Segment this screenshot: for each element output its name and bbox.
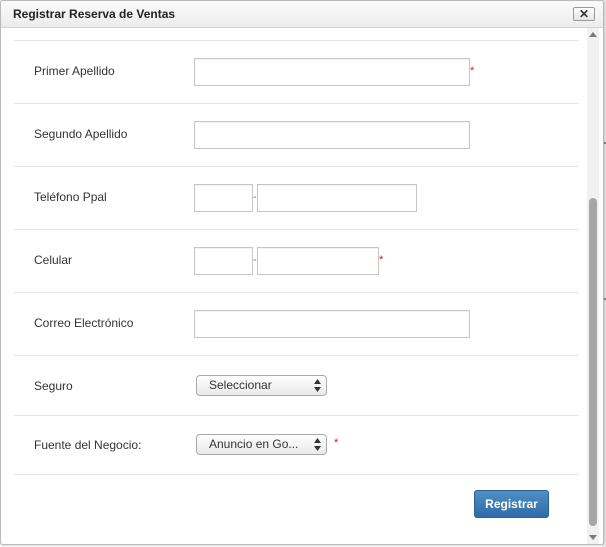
segundo-apellido-label: Segundo Apellido: [34, 127, 128, 141]
form-content: Primer Apellido * Segundo Apellido Teléf…: [3, 28, 589, 544]
select-arrows-icon: [314, 379, 321, 392]
celular-label: Celular: [34, 253, 73, 267]
scroll-thumb[interactable]: [589, 198, 597, 526]
scroll-down-icon[interactable]: [589, 535, 597, 540]
scroll-up-icon[interactable]: [589, 32, 597, 37]
dialog-titlebar[interactable]: Registrar Reserva de Ventas ✕: [1, 1, 603, 28]
telefono-label: Teléfono Ppal: [34, 190, 107, 204]
segundo-apellido-input[interactable]: [194, 121, 470, 149]
dialog-title: Registrar Reserva de Ventas: [13, 7, 176, 21]
seguro-selected-value: Seleccionar: [209, 378, 272, 392]
primer-apellido-required-mark: *: [470, 65, 475, 77]
fuente-selected-value: Anuncio en Go...: [209, 437, 299, 451]
telefono-number-input[interactable]: [257, 184, 417, 212]
celular-required-mark: *: [379, 254, 384, 266]
correo-input[interactable]: [194, 310, 470, 338]
page: Registrar Reserva de Ventas ✕ Primer Ape…: [0, 0, 606, 547]
telefono-area-input[interactable]: [194, 184, 253, 212]
select-arrows-icon: [314, 438, 321, 451]
celular-number-input[interactable]: [257, 247, 379, 275]
celular-area-input[interactable]: [194, 247, 253, 275]
seguro-label: Seguro: [34, 379, 73, 393]
vertical-scrollbar[interactable]: [587, 28, 599, 544]
registrar-reserva-dialog: Registrar Reserva de Ventas ✕ Primer Ape…: [0, 0, 604, 545]
seguro-select[interactable]: Seleccionar: [196, 375, 327, 396]
registrar-button[interactable]: Registrar: [474, 490, 549, 518]
close-button[interactable]: ✕: [573, 7, 595, 21]
primer-apellido-input[interactable]: [194, 58, 470, 86]
fuente-select[interactable]: Anuncio en Go...: [196, 434, 327, 455]
correo-label: Correo Electrónico: [34, 316, 134, 330]
primer-apellido-label: Primer Apellido: [34, 64, 115, 78]
fuente-label: Fuente del Negocio:: [34, 438, 142, 452]
close-icon: ✕: [578, 7, 590, 21]
fuente-required-mark: *: [334, 437, 339, 449]
